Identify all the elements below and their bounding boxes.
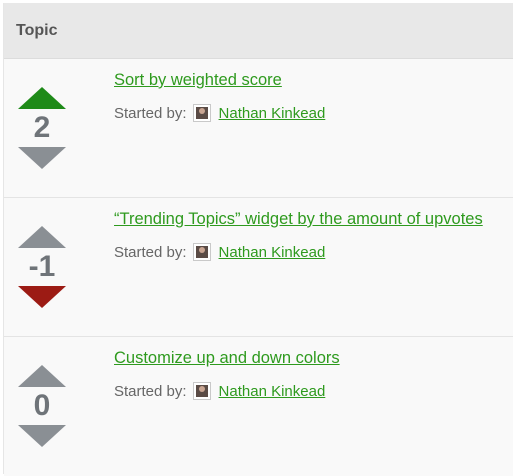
vote-count: -1 <box>28 250 56 283</box>
downvote-arrow-icon[interactable] <box>18 147 66 169</box>
topic-title-link[interactable]: “Trending Topics” widget by the amount o… <box>114 210 483 229</box>
downvote-arrow-icon[interactable] <box>18 425 66 447</box>
avatar <box>192 382 211 400</box>
topic-table: Topic 2 Sort by weighted score Started b… <box>3 3 513 476</box>
table-header: Topic <box>4 3 513 59</box>
vote-widget: -1 <box>18 226 66 310</box>
upvote-arrow-icon[interactable] <box>18 226 66 248</box>
started-by-label: Started by: <box>114 382 187 400</box>
topic-title-link[interactable]: Sort by weighted score <box>114 71 282 90</box>
topic-meta: Started by: Nathan Kinkead <box>114 243 505 261</box>
upvote-arrow-icon[interactable] <box>18 365 66 387</box>
topic-content: Customize up and down colors Started by:… <box>114 349 505 400</box>
vote-count: 0 <box>33 389 51 422</box>
topic-column-header: Topic <box>16 21 58 39</box>
avatar-image <box>195 385 208 397</box>
vote-widget: 0 <box>18 365 66 449</box>
topic-content: Sort by weighted score Started by: Natha… <box>114 71 505 122</box>
topic-meta: Started by: Nathan Kinkead <box>114 104 505 122</box>
author-link[interactable]: Nathan Kinkead <box>219 105 326 122</box>
upvote-arrow-icon[interactable] <box>18 87 66 109</box>
table-row: -1 “Trending Topics” widget by the amoun… <box>4 198 513 337</box>
table-row: 0 Customize up and down colors Started b… <box>4 337 513 476</box>
vote-widget: 2 <box>18 87 66 171</box>
downvote-arrow-icon[interactable] <box>18 286 66 308</box>
topic-title-link[interactable]: Customize up and down colors <box>114 349 340 368</box>
avatar <box>192 243 211 261</box>
avatar-image <box>195 246 208 258</box>
avatar <box>192 104 211 122</box>
started-by-label: Started by: <box>114 104 187 122</box>
vote-count: 2 <box>33 111 51 144</box>
avatar-image <box>195 107 208 119</box>
table-row: 2 Sort by weighted score Started by: Nat… <box>4 59 513 198</box>
author-link[interactable]: Nathan Kinkead <box>219 383 326 400</box>
started-by-label: Started by: <box>114 243 187 261</box>
topic-meta: Started by: Nathan Kinkead <box>114 382 505 400</box>
topic-content: “Trending Topics” widget by the amount o… <box>114 210 505 261</box>
author-link[interactable]: Nathan Kinkead <box>219 244 326 261</box>
